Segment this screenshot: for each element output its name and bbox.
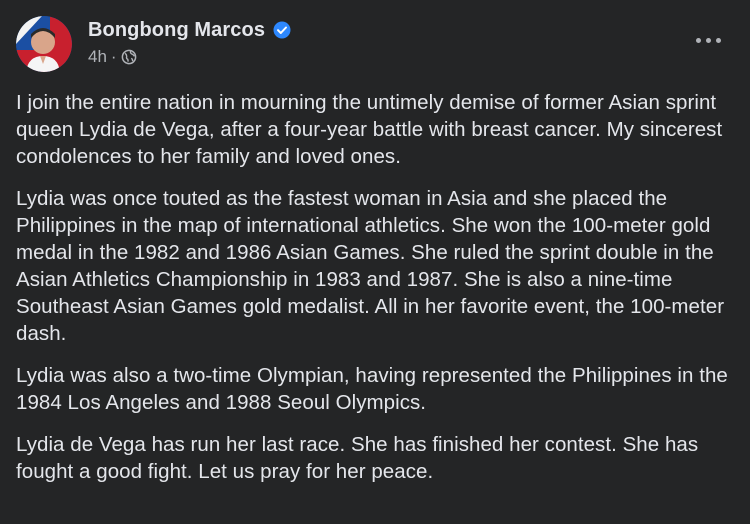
post-meta: 4h ·	[88, 46, 291, 68]
post-paragraph: Lydia was once touted as the fastest wom…	[16, 187, 725, 345]
author-block: Bongbong Marcos 4h ·	[88, 16, 291, 68]
more-options-button[interactable]	[690, 28, 726, 52]
avatar-image	[16, 16, 72, 72]
post-paragraph: Lydia de Vega has run her last race. She…	[16, 433, 699, 483]
more-dots-icon	[705, 37, 711, 43]
post-timestamp[interactable]: 4h	[88, 47, 107, 67]
author-name[interactable]: Bongbong Marcos	[88, 19, 265, 42]
facebook-post: Bongbong Marcos 4h · I join the entire n…	[0, 0, 750, 524]
more-dots-icon	[695, 37, 701, 43]
post-paragraph: Lydia was also a two-time Olympian, havi…	[16, 364, 728, 414]
more-dots-icon	[715, 37, 721, 43]
globe-icon[interactable]	[121, 49, 137, 65]
post-body: I join the entire nation in mourning the…	[16, 89, 740, 500]
meta-separator: ·	[110, 47, 117, 66]
post-header: Bongbong Marcos 4h ·	[16, 12, 734, 72]
verified-badge-icon	[273, 21, 291, 39]
author-row: Bongbong Marcos	[88, 16, 291, 44]
post-paragraph: I join the entire nation in mourning the…	[16, 91, 723, 168]
avatar[interactable]	[16, 16, 72, 72]
